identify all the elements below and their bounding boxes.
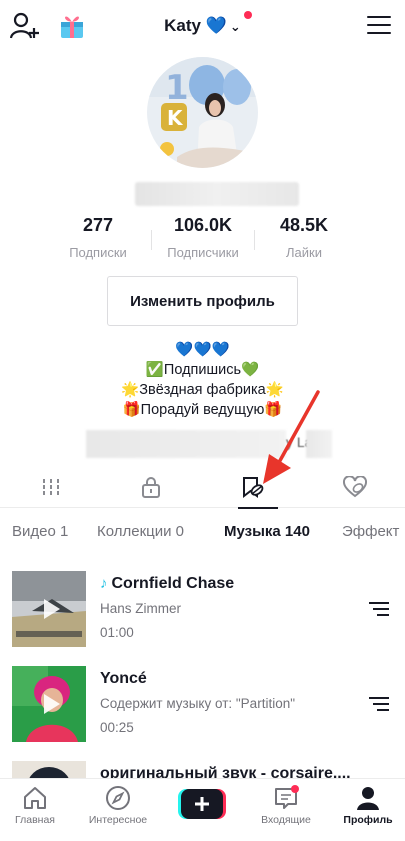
tab-private[interactable] bbox=[100, 466, 201, 508]
home-icon bbox=[24, 787, 46, 809]
bio-line: 💙💙💙 bbox=[175, 342, 230, 358]
stat-following[interactable]: 277 Подписки bbox=[55, 215, 141, 260]
username-label: Katy bbox=[164, 16, 202, 35]
music-cover[interactable] bbox=[12, 666, 86, 742]
nav-label: Интересное bbox=[88, 814, 148, 826]
music-duration: 00:25 bbox=[100, 720, 134, 735]
username-emoji: 💙 bbox=[205, 16, 227, 35]
liked-heart-icon bbox=[342, 476, 367, 498]
nav-label: Входящие bbox=[261, 814, 311, 826]
inbox-icon bbox=[275, 785, 299, 809]
stat-value: 48.5K bbox=[279, 215, 329, 235]
more-options-icon[interactable] bbox=[369, 696, 389, 712]
profile-bio: 💙💙💙 ✅Подпишись💚 🌟Звёздная фабрика🌟 🎁Пора… bbox=[0, 340, 405, 420]
stat-label: Подписки bbox=[69, 245, 127, 260]
tab-music[interactable]: Музыка 140 bbox=[224, 523, 310, 540]
music-title: Yoncé bbox=[100, 670, 147, 687]
music-artist: Hans Zimmer bbox=[100, 601, 182, 616]
stat-label: Подписчики bbox=[167, 245, 239, 260]
divider bbox=[151, 230, 152, 250]
stat-followers[interactable]: 106.0K Подписчики bbox=[155, 215, 251, 260]
chevron-down-icon: ⌄ bbox=[229, 19, 241, 34]
nav-label: Главная bbox=[15, 814, 55, 826]
nav-profile[interactable]: Профиль bbox=[338, 785, 398, 826]
nav-home[interactable]: Главная bbox=[10, 785, 60, 826]
edit-profile-button[interactable]: Изменить профиль bbox=[107, 276, 298, 326]
stat-likes[interactable]: 48.5K Лайки bbox=[267, 215, 341, 260]
stat-label: Лайки bbox=[286, 245, 322, 260]
compass-icon bbox=[106, 786, 130, 810]
create-plus-icon[interactable] bbox=[178, 789, 226, 819]
nav-label: Профиль bbox=[343, 814, 393, 826]
profile-handle-blurred bbox=[135, 182, 299, 206]
nav-inbox[interactable]: Входящие bbox=[255, 785, 317, 826]
tab-videos[interactable] bbox=[0, 466, 101, 508]
music-duration: 01:00 bbox=[100, 625, 134, 640]
stat-value: 106.0K bbox=[173, 215, 233, 235]
stat-value: 277 bbox=[82, 215, 114, 235]
private-lock-icon bbox=[141, 477, 160, 498]
tab-collections[interactable]: Коллекции 0 bbox=[97, 523, 184, 540]
svg-text:1: 1 bbox=[165, 68, 189, 108]
profile-stats: 277 Подписки 106.0K Подписчики 48.5K Лай… bbox=[55, 215, 355, 263]
menu-icon[interactable] bbox=[367, 16, 391, 36]
play-icon[interactable] bbox=[44, 599, 60, 619]
username-switcher[interactable]: Katy 💙 ⌄ bbox=[0, 11, 405, 36]
profile-icon bbox=[357, 787, 379, 810]
avatar[interactable]: 1 K bbox=[147, 57, 258, 168]
videos-grid-icon bbox=[42, 479, 59, 495]
more-options-icon[interactable] bbox=[369, 601, 389, 617]
bio-line: 🎁Порадуй ведущую🎁 bbox=[122, 402, 283, 418]
music-artist: Содержит музыку от: "Partition" bbox=[100, 696, 295, 711]
bottom-nav: Главная Интересное Входящие Профиль bbox=[0, 778, 405, 841]
notification-dot bbox=[243, 11, 252, 19]
music-title-line: ♪ Cornfield Chase bbox=[100, 575, 234, 593]
music-title: Cornfield Chase bbox=[111, 575, 235, 592]
tiktok-note-icon: ♪ bbox=[100, 575, 108, 592]
list-item[interactable]: Yoncé Содержит музыку от: "Partition" 00… bbox=[0, 666, 405, 754]
divider bbox=[254, 230, 255, 250]
svg-text:K: K bbox=[167, 106, 184, 130]
music-cover[interactable] bbox=[12, 571, 86, 647]
nav-discover[interactable]: Интересное bbox=[82, 785, 154, 826]
tab-effects[interactable]: Эффект bbox=[342, 523, 399, 540]
tab-videos-count[interactable]: Видео 1 bbox=[12, 523, 68, 540]
sub-tabs: Видео 1 Коллекции 0 Музыка 140 Эффект bbox=[0, 514, 405, 552]
content-icon-tabs bbox=[0, 466, 405, 509]
bio-line: 🌟Звёздная фабрика🌟 bbox=[121, 382, 284, 398]
annotation-arrow bbox=[263, 390, 320, 484]
list-item[interactable]: ♪ Cornfield Chase Hans Zimmer 01:00 bbox=[0, 571, 405, 659]
play-icon[interactable] bbox=[44, 694, 60, 714]
top-bar: Katy 💙 ⌄ bbox=[0, 0, 405, 52]
bio-line: ✅Подпишись💚 bbox=[145, 362, 260, 378]
